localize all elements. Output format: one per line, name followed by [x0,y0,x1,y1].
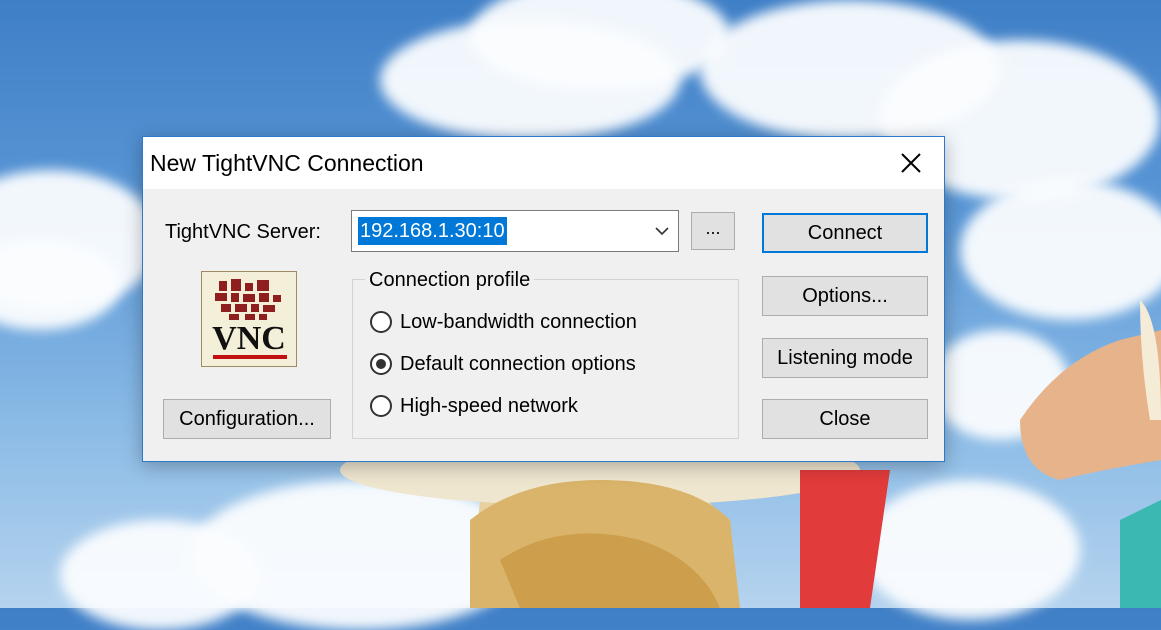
server-combobox[interactable]: 192.168.1.30:10 [351,210,679,252]
radio-button[interactable] [370,353,392,375]
options-button[interactable]: Options... [762,276,928,316]
radio-label: High-speed network [400,394,578,417]
server-label: TightVNC Server: [165,221,321,243]
tightvnc-logo: VNC [201,271,297,367]
title-bar[interactable]: New TightVNC Connection [143,137,944,189]
window-title: New TightVNC Connection [150,150,424,176]
connect-button[interactable]: Connect [762,213,928,253]
close-button[interactable]: Close [762,399,928,439]
chevron-down-icon[interactable] [654,223,670,239]
radio-label: Low-bandwidth connection [400,310,637,333]
radio-low-bandwidth[interactable]: Low-bandwidth connection [370,308,637,336]
listening-mode-button[interactable]: Listening mode [762,338,928,378]
connection-profile-title: Connection profile [365,269,535,292]
radio-label: Default connection options [400,352,636,375]
radio-high-speed[interactable]: High-speed network [370,392,578,420]
server-input[interactable]: 192.168.1.30:10 [358,217,507,245]
close-window-button[interactable] [878,137,944,189]
radio-button[interactable] [370,395,392,417]
radio-button[interactable] [370,311,392,333]
close-icon [901,153,921,173]
logo-text: VNC [212,320,286,357]
connection-dialog: New TightVNC Connection TightVNC Server:… [142,136,945,462]
configuration-button[interactable]: Configuration... [163,399,331,439]
browse-button[interactable]: ... [691,212,735,250]
radio-default-options[interactable]: Default connection options [370,350,636,378]
